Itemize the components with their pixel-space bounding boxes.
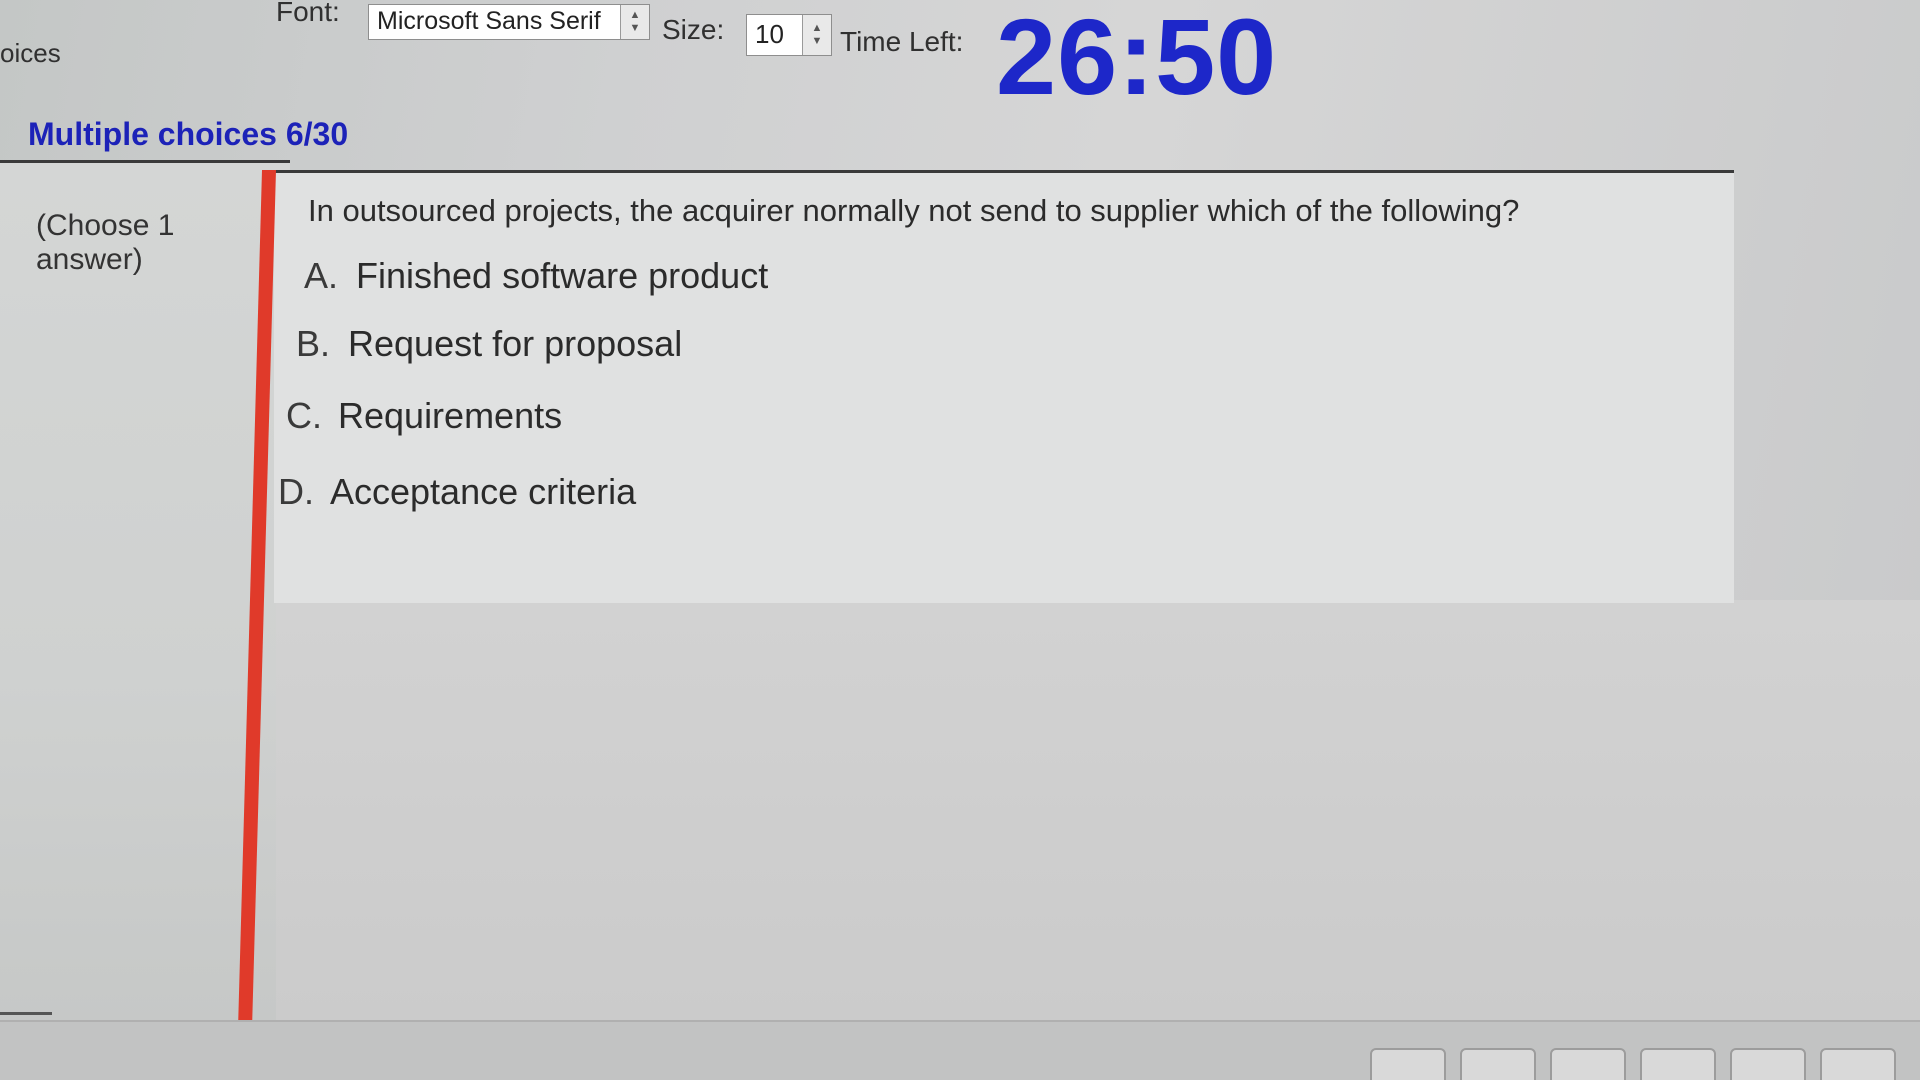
question-nav-button[interactable]	[1730, 1048, 1806, 1080]
option-c[interactable]: C. Requirements	[286, 395, 562, 437]
option-label: Acceptance criteria	[330, 471, 637, 512]
size-stepper[interactable]: 10 ▲ ▼	[746, 14, 832, 56]
option-label: Finished software product	[356, 255, 769, 296]
option-label: Request for proposal	[348, 323, 683, 364]
option-letter: D.	[278, 471, 314, 512]
bottom-navigation-strip	[0, 1020, 1920, 1080]
spin-down-icon[interactable]: ▼	[812, 35, 823, 48]
choose-hint: (Choose 1 answer)	[36, 209, 175, 276]
option-b[interactable]: B. Request for proposal	[296, 323, 682, 365]
tab-label[interactable]: oices	[0, 38, 61, 69]
section-title: Multiple choices 6/30	[28, 116, 349, 152]
option-letter: C.	[286, 395, 322, 436]
exam-window: oices Font: Microsoft Sans Serif ▲ ▼ Siz…	[0, 0, 1920, 1080]
size-spinner[interactable]: ▲ ▼	[802, 15, 831, 55]
toolbar: oices Font: Microsoft Sans Serif ▲ ▼ Siz…	[0, 0, 1920, 117]
option-letter: A.	[304, 255, 339, 296]
font-label: Font:	[276, 0, 340, 27]
countdown-timer: 26:50	[996, 0, 1278, 117]
question-text: In outsourced projects, the acquirer nor…	[308, 193, 1520, 228]
option-a[interactable]: A. Finished software product	[304, 255, 768, 297]
question-nav-button[interactable]	[1640, 1048, 1716, 1080]
question-panel: In outsourced projects, the acquirer nor…	[274, 170, 1734, 603]
spin-up-icon[interactable]: ▲	[812, 22, 823, 35]
question-nav-button[interactable]	[1370, 1048, 1446, 1080]
question-nav-button[interactable]	[1550, 1048, 1626, 1080]
font-select-spinner[interactable]: ▲ ▼	[620, 5, 649, 39]
size-value: 10	[755, 19, 784, 49]
option-label: Requirements	[338, 395, 563, 436]
option-d[interactable]: D. Acceptance criteria	[278, 471, 636, 513]
divider	[0, 1012, 52, 1015]
spin-down-icon[interactable]: ▼	[630, 22, 641, 35]
question-nav-button[interactable]	[1460, 1048, 1536, 1080]
spin-up-icon[interactable]: ▲	[630, 9, 641, 22]
question-nav-button[interactable]	[1820, 1048, 1896, 1080]
size-label: Size:	[662, 14, 725, 45]
font-select[interactable]: Microsoft Sans Serif ▲ ▼	[368, 4, 650, 40]
font-select-value: Microsoft Sans Serif	[377, 7, 601, 35]
option-letter: B.	[296, 323, 331, 364]
answer-area-blank	[276, 600, 1920, 1020]
time-left-label: Time Left:	[840, 26, 964, 57]
